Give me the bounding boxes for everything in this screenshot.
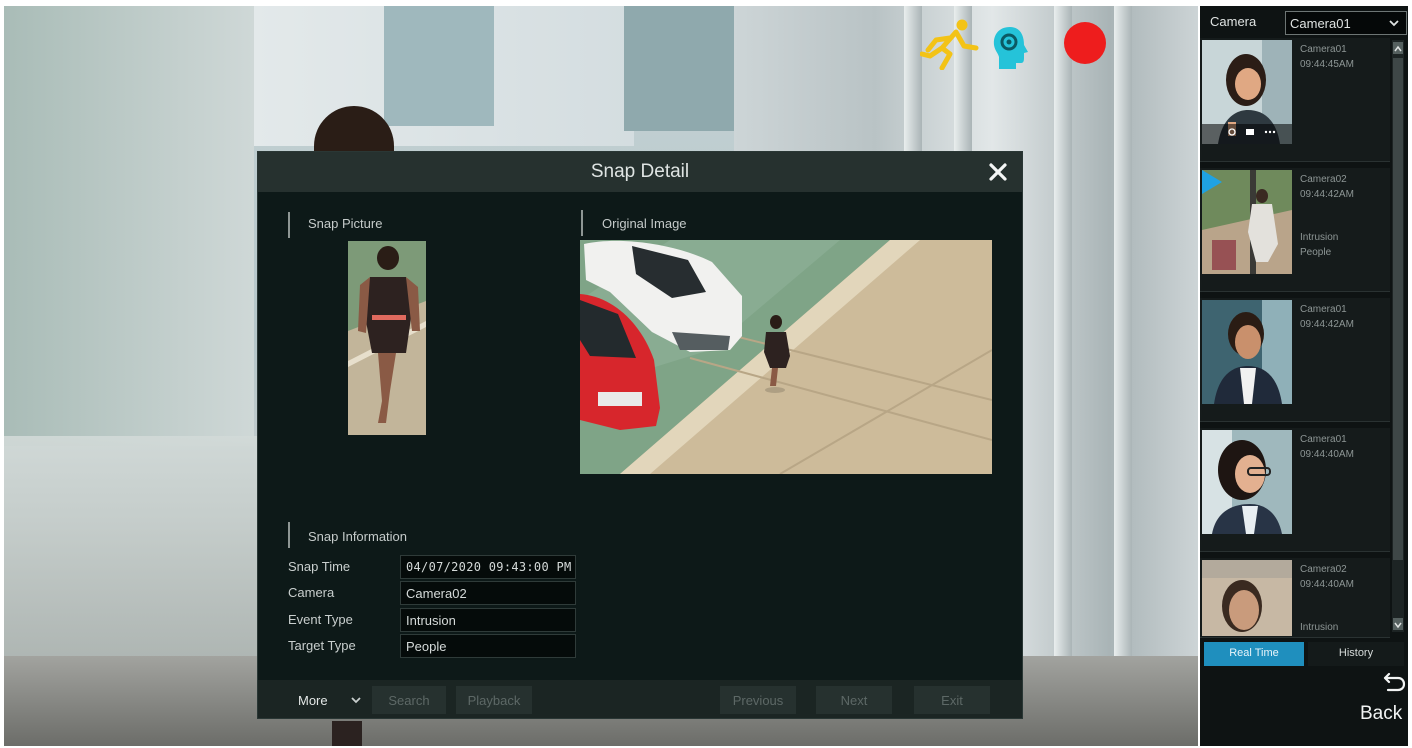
background-pillar (1114, 6, 1132, 746)
status-icons (920, 18, 1110, 70)
snap-time-value: 04/07/2020 09:43:00 PM (400, 555, 576, 579)
card-time: 09:44:40AM (1300, 449, 1354, 460)
back-button[interactable]: Back (1360, 703, 1402, 725)
info-row-camera: Camera Camera02 (288, 581, 588, 605)
tab-history[interactable]: History (1308, 642, 1404, 666)
info-row-snap-time: Snap Time 04/07/2020 09:43:00 PM (288, 555, 588, 579)
camera-select[interactable]: Camera01 (1285, 11, 1407, 35)
section-divider (288, 212, 290, 238)
card-time: 09:44:45AM (1300, 59, 1354, 70)
person-figure (332, 721, 362, 746)
card-camera: Camera01 (1300, 304, 1347, 315)
snapshot-card[interactable]: Camera02 09:44:42AM Intrusion People (1200, 168, 1390, 292)
playback-button[interactable]: Playback (456, 686, 532, 714)
section-divider (581, 210, 583, 236)
camera-value: Camera02 (400, 581, 576, 605)
card-info: Camera02 09:44:42AM Intrusion People (1300, 172, 1354, 260)
card-info: Camera02 09:44:40AM Intrusion (1300, 562, 1354, 635)
card-info: Camera01 09:44:42AM (1300, 302, 1354, 332)
record-icon (1064, 22, 1106, 64)
chevron-up-icon (1394, 45, 1402, 52)
snapshot-card[interactable]: Camera02 09:44:40AM Intrusion (1200, 558, 1390, 638)
dialog-header: Snap Detail (258, 152, 1022, 192)
chevron-down-icon (1394, 622, 1402, 629)
scroll-down-button[interactable] (1393, 618, 1403, 630)
snapshot-card[interactable]: Camera01 09:44:40AM (1200, 428, 1390, 552)
card-camera: Camera01 (1300, 44, 1347, 55)
card-camera: Camera02 (1300, 174, 1347, 185)
card-event: Intrusion (1300, 232, 1339, 243)
snapshot-thumbnail (1202, 560, 1292, 636)
snapshot-thumbnail (1202, 300, 1292, 404)
background-window (624, 6, 734, 131)
camera-filter-label: Camera (1210, 14, 1257, 29)
tab-real-time[interactable]: Real Time (1204, 642, 1304, 666)
event-type-value: Intrusion (400, 608, 576, 632)
info-row-target-type: Target Type People (288, 634, 588, 658)
card-target: People (1300, 247, 1332, 258)
running-person-icon (920, 19, 979, 70)
scrollbar-thumb[interactable] (1393, 58, 1403, 560)
chevron-down-icon (1389, 20, 1399, 27)
close-icon[interactable] (988, 162, 1008, 182)
section-divider (288, 522, 290, 548)
snap-picture (348, 241, 426, 435)
original-image (580, 240, 992, 474)
card-camera: Camera01 (1300, 434, 1347, 445)
snapshot-card[interactable]: Camera01 09:44:42AM (1200, 298, 1390, 422)
snapshot-thumbnail (1202, 170, 1292, 274)
background-pillar (1054, 6, 1072, 746)
chevron-down-icon (351, 697, 361, 704)
snap-information-label: Snap Information (308, 529, 408, 544)
card-camera: Camera02 (1300, 564, 1347, 575)
next-button[interactable]: Next (816, 686, 892, 714)
search-button[interactable]: Search (372, 686, 446, 714)
snapshot-panel: Camera Camera01 Camera01 09:44:45AM Came… (1200, 6, 1408, 746)
back-arrow-icon[interactable] (1382, 670, 1406, 694)
camera-select-value: Camera01 (1290, 16, 1351, 31)
snapshot-card[interactable]: Camera01 09:44:45AM (1200, 38, 1390, 162)
info-row-event-type: Event Type Intrusion (288, 608, 588, 632)
card-time: 09:44:42AM (1300, 189, 1354, 200)
card-time: 09:44:42AM (1300, 319, 1354, 330)
snapshot-thumbnail (1202, 40, 1292, 144)
original-image-label: Original Image (602, 216, 687, 231)
background-railing (4, 436, 264, 666)
scroll-up-button[interactable] (1393, 42, 1403, 54)
background-window (384, 6, 494, 126)
snap-picture-label: Snap Picture (308, 216, 383, 231)
dialog-footer: More Search Playback Previous Next Exit (258, 680, 1022, 718)
target-type-value: People (400, 634, 576, 658)
target-type-label: Target Type (288, 638, 356, 653)
snap-time-label: Snap Time (288, 559, 351, 574)
exit-button[interactable]: Exit (914, 686, 990, 714)
snap-detail-dialog: Snap Detail Snap Picture Original Image (258, 152, 1022, 718)
face-detection-icon (993, 27, 1028, 69)
background-building (4, 6, 254, 446)
more-button[interactable]: More (282, 686, 372, 714)
event-type-label: Event Type (288, 612, 353, 627)
card-event: Intrusion (1300, 622, 1339, 633)
card-time: 09:44:40AM (1300, 579, 1354, 590)
card-info: Camera01 09:44:40AM (1300, 432, 1354, 462)
scrollbar[interactable] (1392, 40, 1404, 632)
card-info: Camera01 09:44:45AM (1300, 42, 1354, 72)
more-label: More (298, 693, 328, 708)
camera-label: Camera (288, 585, 335, 600)
previous-button[interactable]: Previous (720, 686, 796, 714)
dialog-title: Snap Detail (590, 161, 690, 182)
snapshot-thumbnail (1202, 430, 1292, 534)
